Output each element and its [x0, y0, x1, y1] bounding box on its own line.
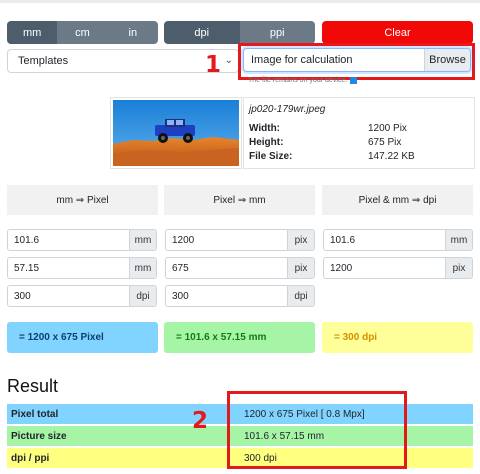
unit-in-button[interactable]: in — [107, 21, 158, 44]
pixel-height-field[interactable]: 675 pix — [165, 257, 315, 279]
width-label: Width: — [249, 123, 281, 134]
top-divider — [0, 0, 480, 3]
pixel-value-3[interactable]: 1200 — [324, 258, 445, 278]
width-value: 1200 Pix — [368, 123, 407, 134]
pixel-height-value[interactable]: 675 — [166, 258, 287, 278]
column-header-mm-to-pixel: mm ⇒ Pixel — [7, 185, 158, 215]
annotation-badge-2: 2 — [192, 408, 209, 434]
ppi-button[interactable]: ppi — [239, 21, 315, 44]
mm-width-field[interactable]: 101.6 mm — [7, 229, 157, 251]
templates-select-label: Templates — [18, 55, 69, 67]
mm-height-field[interactable]: 57.15 mm — [7, 257, 157, 279]
file-name: jp020-179wr.jpeg — [249, 104, 326, 115]
dpi-field-2[interactable]: 300 dpi — [165, 285, 315, 307]
jeep-photo — [113, 100, 239, 166]
result-box-mm: = 101.6 x 57.15 mm — [164, 322, 315, 353]
image-info-panel: jp020-179wr.jpeg Width: 1200 Pix Height:… — [243, 97, 475, 169]
unit-addon: mm — [129, 258, 156, 278]
mm-field-3[interactable]: 101.6 mm — [323, 229, 473, 251]
unit-addon: pix — [287, 258, 314, 278]
unit-mm-button[interactable]: mm — [7, 21, 58, 44]
dpi-value-2[interactable]: 300 — [166, 286, 287, 306]
column-header-to-dpi: Pixel & mm ⇒ dpi — [322, 185, 473, 215]
unit-addon: pix — [287, 230, 314, 250]
result-label: dpi / ppi — [11, 453, 50, 464]
unit-selector: mm cm in — [7, 21, 158, 44]
checkbox-icon[interactable] — [350, 77, 358, 84]
browse-button[interactable]: Browse — [424, 49, 470, 71]
file-size-value: 147.22 KB — [368, 151, 415, 162]
pixel-width-field[interactable]: 1200 pix — [165, 229, 315, 251]
image-preview — [110, 97, 242, 169]
unit-addon: dpi — [287, 286, 314, 306]
mm-height-value[interactable]: 57.15 — [8, 258, 129, 278]
dpi-field[interactable]: 300 dpi — [7, 285, 157, 307]
file-note-text: The file remains on your device. — [248, 77, 348, 84]
mm-width-value[interactable]: 101.6 — [8, 230, 129, 250]
result-title: Result — [7, 376, 59, 396]
column-header-pixel-to-mm: Pixel ⇒ mm — [164, 185, 315, 215]
file-note: The file remains on your device. — [248, 77, 358, 84]
highlight-box-results — [227, 391, 407, 469]
annotation-badge-1: 1 — [205, 52, 222, 78]
result-label: Picture size — [11, 431, 67, 442]
pixel-width-value[interactable]: 1200 — [166, 230, 287, 250]
pixel-field-3[interactable]: 1200 pix — [323, 257, 473, 279]
dpi-value[interactable]: 300 — [8, 286, 129, 306]
result-box-pixel: = 1200 x 675 Pixel — [7, 322, 158, 353]
resolution-selector: dpi ppi — [164, 21, 315, 44]
result-label: Pixel total — [11, 409, 59, 420]
height-value: 675 Pix — [368, 137, 402, 148]
result-box-dpi: = 300 dpi — [322, 322, 473, 353]
unit-addon: pix — [445, 258, 472, 278]
dpi-button[interactable]: dpi — [164, 21, 240, 44]
file-input-placeholder[interactable]: Image for calculation — [244, 49, 424, 71]
clear-button[interactable]: Clear — [322, 21, 473, 44]
unit-addon: mm — [129, 230, 156, 250]
unit-cm-button[interactable]: cm — [57, 21, 108, 44]
unit-addon: mm — [445, 230, 472, 250]
mm-value-3[interactable]: 101.6 — [324, 230, 445, 250]
file-size-label: File Size: — [249, 151, 293, 162]
unit-addon: dpi — [129, 286, 156, 306]
file-input[interactable]: Image for calculation Browse — [243, 48, 471, 72]
chevron-down-icon: ⌄ — [224, 55, 233, 66]
height-label: Height: — [249, 137, 284, 148]
